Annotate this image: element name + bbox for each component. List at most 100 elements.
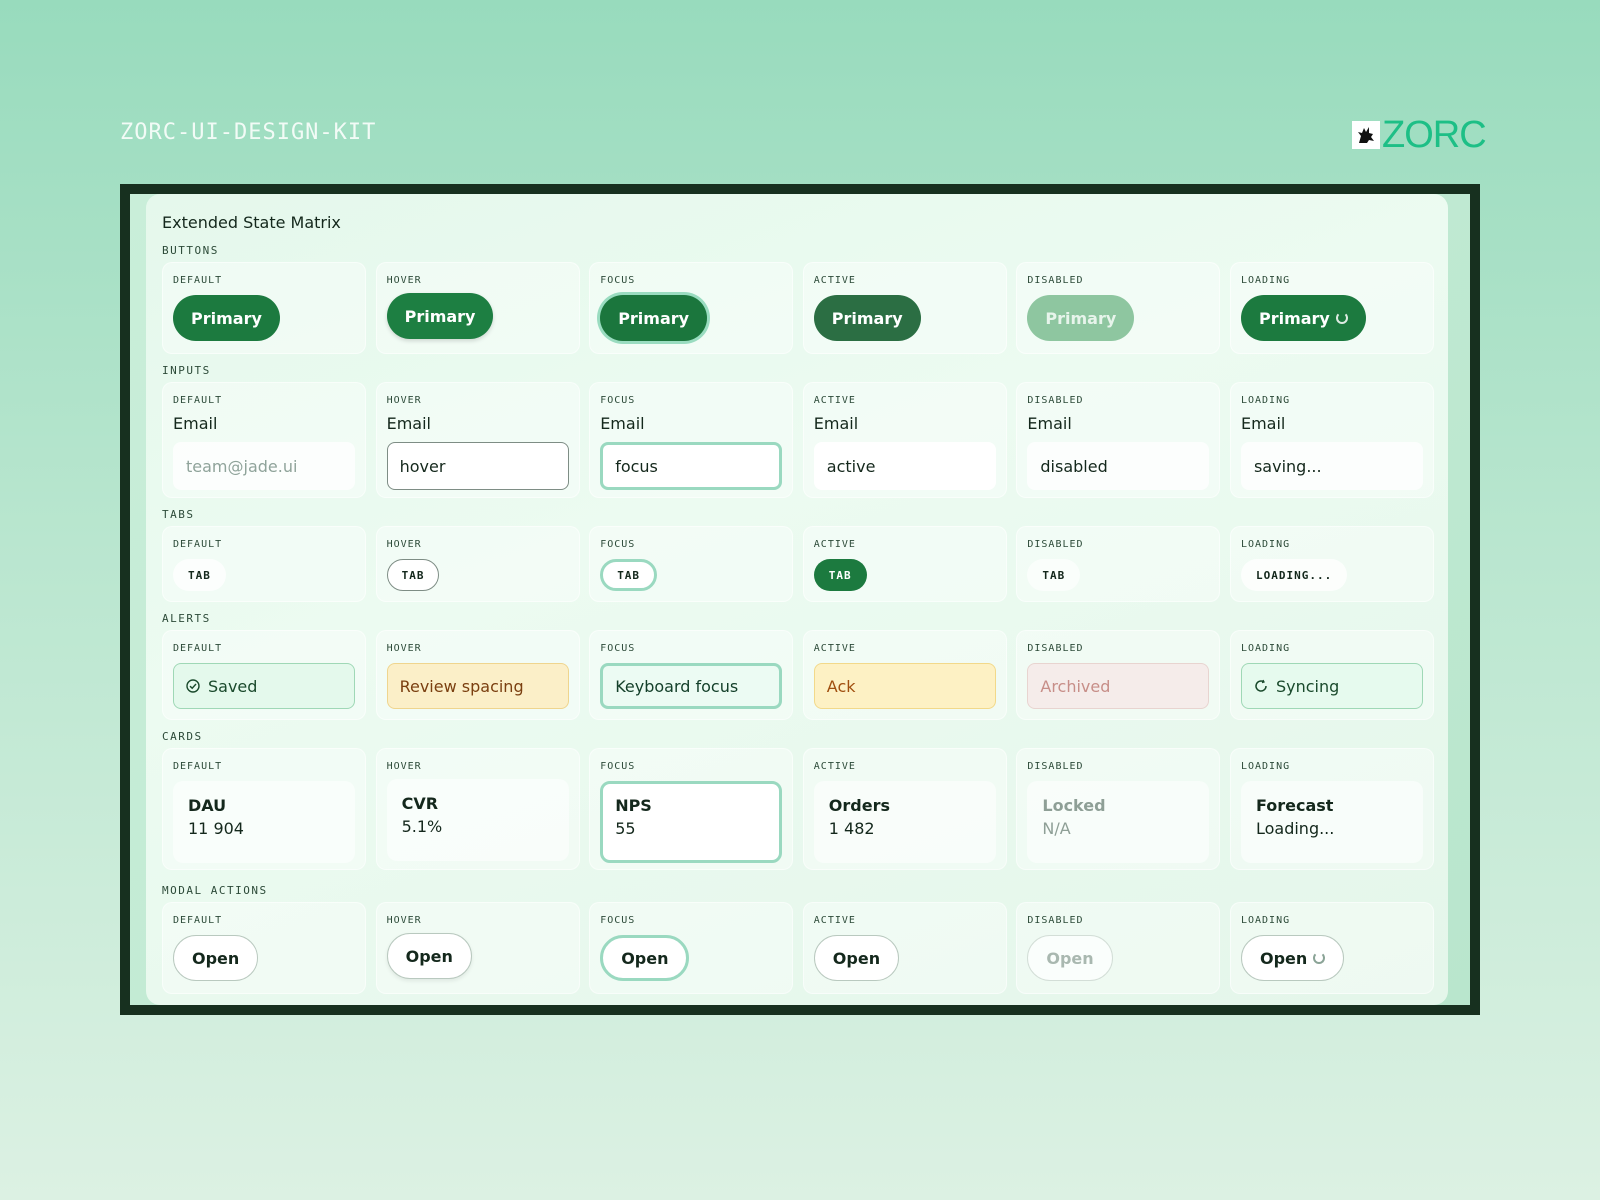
buttons-cell-default: DEFAULT Primary (162, 262, 366, 354)
state-label: DISABLED (1027, 915, 1084, 926)
alert-text: Archived (1040, 676, 1111, 696)
tabs-cell-loading: LOADING LOADING... (1229, 526, 1434, 602)
metric-card-disabled: Locked N/A (1027, 781, 1210, 863)
metric-card-default[interactable]: DAU 11 904 (173, 781, 355, 863)
email-input-default[interactable]: team@jade.ui (173, 442, 355, 490)
state-label: HOVER (386, 643, 422, 654)
open-button-active[interactable]: Open (813, 935, 900, 981)
state-label: FOCUS (600, 275, 636, 286)
section-label-inputs: INPUTS (162, 364, 211, 377)
tabs-cell-hover: HOVER TAB (375, 526, 580, 602)
inputs-cell-hover: HOVER Email hover (375, 382, 580, 498)
state-label: ACTIVE (813, 395, 856, 406)
alert-text: Ack (826, 676, 856, 696)
sync-icon (1254, 679, 1268, 693)
open-button-loading[interactable]: Open (1240, 935, 1345, 981)
email-input-loading[interactable]: saving... (1240, 442, 1423, 490)
email-input-active[interactable]: active (813, 442, 996, 490)
state-label: DEFAULT (173, 643, 223, 654)
buttons-cell-hover: HOVER Primary (375, 262, 580, 354)
inputs-cell-default: DEFAULT Email team@jade.ui (162, 382, 366, 498)
email-input-focus[interactable]: focus (600, 442, 783, 490)
primary-button-focus[interactable]: Primary (600, 295, 708, 341)
card-value: 11 904 (188, 819, 244, 838)
card-value: N/A (1042, 819, 1071, 838)
state-label: DISABLED (1027, 275, 1084, 286)
metric-card-focus[interactable]: NPS 55 (600, 781, 783, 863)
state-label: ACTIVE (813, 275, 856, 286)
cards-row: DEFAULT DAU 11 904 HOVER CVR 5.1% FOCUS (162, 748, 1434, 870)
state-label: DISABLED (1027, 539, 1084, 550)
alert-focus[interactable]: Keyboard focus (600, 663, 783, 709)
metric-card-active[interactable]: Orders 1 482 (813, 781, 996, 863)
alert-disabled: Archived (1027, 663, 1210, 709)
tab-focus[interactable]: TAB (600, 559, 658, 591)
state-label: DEFAULT (173, 539, 223, 550)
primary-button-active[interactable]: Primary (813, 295, 921, 341)
section-label-tabs: TABS (162, 508, 195, 521)
open-button-default[interactable]: Open (173, 935, 259, 981)
email-input-hover[interactable]: hover (386, 442, 569, 490)
state-matrix-panel: Extended State Matrix BUTTONS DEFAULT Pr… (146, 194, 1448, 1005)
inputs-row: DEFAULT Email team@jade.ui HOVER Email h… (162, 382, 1434, 498)
brand-name: ZORC (1382, 114, 1487, 156)
tabs-cell-focus: FOCUS TAB (589, 526, 794, 602)
primary-button-loading[interactable]: Primary (1240, 295, 1366, 341)
primary-button-hover[interactable]: Primary (386, 293, 494, 339)
section-label-cards: CARDS (162, 730, 203, 743)
tab-hover[interactable]: TAB (386, 559, 440, 591)
alert-loading: Syncing (1240, 663, 1423, 709)
brand-logo: ZORC (1352, 114, 1487, 156)
email-label: Email (173, 414, 218, 433)
state-label: ACTIVE (813, 643, 856, 654)
primary-button-default[interactable]: Primary (173, 295, 280, 341)
email-label: Email (386, 414, 431, 433)
email-label: Email (813, 414, 859, 433)
spinner-icon (1313, 952, 1326, 964)
modal-cell-hover: HOVER Open (375, 902, 580, 994)
alerts-cell-hover: HOVER Review spacing (375, 630, 580, 720)
open-button-disabled: Open (1027, 935, 1113, 981)
tabs-cell-disabled: DISABLED TAB (1016, 526, 1221, 602)
open-button-focus[interactable]: Open (600, 935, 690, 981)
tab-active[interactable]: TAB (813, 559, 867, 591)
alert-text: Review spacing (399, 676, 524, 696)
alerts-row: DEFAULT Saved HOVER Review spacing FOCUS… (162, 630, 1434, 720)
state-label: HOVER (386, 395, 422, 406)
state-label: HOVER (386, 761, 422, 772)
spinner-icon (1335, 312, 1348, 324)
frame-inner: Extended State Matrix BUTTONS DEFAULT Pr… (130, 194, 1470, 1005)
modal-cell-focus: FOCUS Open (589, 902, 794, 994)
tab-loading[interactable]: LOADING... (1240, 559, 1348, 591)
state-label: HOVER (386, 915, 422, 926)
section-label-modal-actions: MODAL ACTIONS (162, 884, 268, 897)
card-title: CVR (401, 794, 439, 813)
modal-cell-disabled: DISABLED Open (1016, 902, 1221, 994)
tabs-cell-default: DEFAULT TAB (162, 526, 366, 602)
card-title: Orders (828, 796, 890, 815)
preview-frame: Extended State Matrix BUTTONS DEFAULT Pr… (120, 184, 1480, 1015)
button-label: Primary (1258, 308, 1330, 328)
inputs-cell-disabled: DISABLED Email disabled (1016, 382, 1221, 498)
metric-card-hover[interactable]: CVR 5.1% (386, 779, 569, 861)
state-label: FOCUS (600, 761, 636, 772)
email-label: Email (1027, 414, 1072, 433)
card-title: Forecast (1255, 796, 1334, 815)
alerts-cell-active: ACTIVE Ack (802, 630, 1007, 720)
state-label: DISABLED (1027, 395, 1084, 406)
tab-default[interactable]: TAB (173, 559, 226, 591)
alert-active[interactable]: Ack (813, 663, 996, 709)
state-label: ACTIVE (813, 539, 856, 550)
card-value: 5.1% (401, 817, 443, 836)
open-button-hover[interactable]: Open (386, 933, 472, 979)
alert-text: Keyboard focus (615, 676, 739, 696)
alerts-cell-loading: LOADING Syncing (1229, 630, 1434, 720)
alert-hover[interactable]: Review spacing (386, 663, 569, 709)
card-title: Locked (1042, 796, 1106, 815)
metric-card-loading[interactable]: Forecast Loading... (1240, 781, 1423, 863)
kit-title: ZORC-UI-DESIGN-KIT (120, 120, 377, 145)
tabs-cell-active: ACTIVE TAB (802, 526, 1007, 602)
cards-cell-default: DEFAULT DAU 11 904 (162, 748, 366, 870)
card-value: 1 482 (828, 819, 875, 838)
buttons-cell-disabled: DISABLED Primary (1016, 262, 1221, 354)
